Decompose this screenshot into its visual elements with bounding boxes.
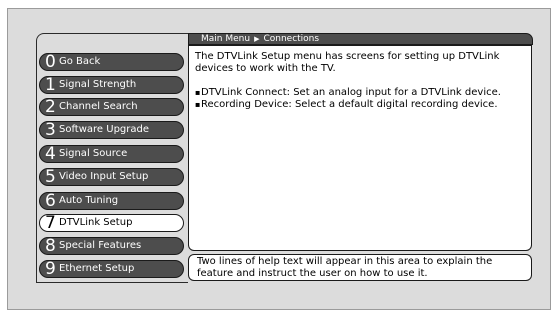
- menu-item-dtvlink-setup[interactable]: 7 DTVLink Setup: [39, 214, 184, 232]
- menu-item-video-input-setup[interactable]: 5 Video Input Setup: [39, 168, 184, 186]
- menu-item-number: 7: [45, 213, 56, 233]
- menu-item-label: Software Upgrade: [59, 124, 150, 135]
- menu-item-label: Signal Strength: [59, 79, 137, 90]
- menu-item-number: 3: [45, 120, 56, 140]
- menu-item-number: 9: [45, 259, 56, 279]
- breadcrumb-arrow-icon: ▶: [254, 35, 260, 43]
- content-bullet: ▪ DTVLink Connect: Set an analog input f…: [195, 87, 525, 99]
- content-bullet: ▪ Recording Device: Select a default dig…: [195, 99, 525, 111]
- menu-item-go-back[interactable]: 0 Go Back: [39, 53, 184, 71]
- content-panel: The DTVLink Setup menu has screens for s…: [188, 45, 532, 251]
- menu-item-channel-search[interactable]: 2 Channel Search: [39, 98, 184, 116]
- content-intro: The DTVLink Setup menu has screens for s…: [195, 51, 500, 74]
- menu-item-number: 6: [45, 191, 56, 211]
- menu-item-number: 2: [45, 97, 56, 117]
- menu-item-number: 8: [45, 236, 56, 256]
- breadcrumb-current: Connections: [263, 34, 320, 44]
- menu-item-label: Go Back: [59, 56, 101, 67]
- help-text-panel: Two lines of help text will appear in th…: [188, 254, 532, 281]
- menu-item-number: 0: [45, 52, 56, 72]
- menu-item-ethernet-setup[interactable]: 9 Ethernet Setup: [39, 260, 184, 278]
- menu-item-signal-strength[interactable]: 1 Signal Strength: [39, 76, 184, 94]
- menu-item-number: 5: [45, 167, 56, 187]
- menu-item-special-features[interactable]: 8 Special Features: [39, 237, 184, 255]
- menu-item-label: Auto Tuning: [59, 195, 119, 206]
- menu-item-number: 1: [45, 75, 56, 95]
- menu-item-auto-tuning[interactable]: 6 Auto Tuning: [39, 192, 184, 210]
- help-text: Two lines of help text will appear in th…: [197, 256, 493, 279]
- menu-item-software-upgrade[interactable]: 3 Software Upgrade: [39, 121, 184, 139]
- menu-item-label: Signal Source: [59, 148, 128, 159]
- menu-item-label: Channel Search: [59, 101, 138, 112]
- breadcrumb-root: Main Menu: [201, 34, 251, 44]
- menu-item-signal-source[interactable]: 4 Signal Source: [39, 145, 184, 163]
- menu-item-label: Video Input Setup: [59, 171, 149, 182]
- menu-item-label: Ethernet Setup: [59, 263, 135, 274]
- breadcrumb: Main Menu ▶ Connections: [188, 33, 533, 45]
- menu-item-label: Special Features: [59, 240, 142, 251]
- content-bullet-text: Recording Device: Select a default digit…: [201, 99, 498, 110]
- content-bullet-text: DTVLink Connect: Set an analog input for…: [201, 87, 501, 98]
- menu-item-label: DTVLink Setup: [59, 217, 133, 228]
- menu-item-number: 4: [45, 144, 56, 164]
